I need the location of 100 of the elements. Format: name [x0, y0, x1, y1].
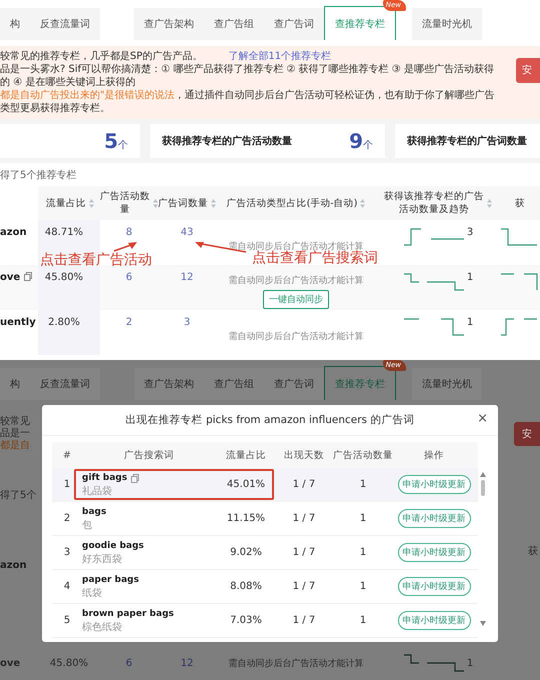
- product-name: ove: [0, 272, 20, 283]
- sort-icon: [487, 198, 492, 208]
- sort-icon: [211, 198, 216, 208]
- scroll-down-icon: [480, 621, 486, 626]
- table-cell: 4: [64, 581, 70, 592]
- table-cell-text: 需自动同步后台广告活动才能计算: [228, 658, 364, 670]
- sync-button[interactable]: 一键自动同步: [263, 290, 329, 308]
- tab[interactable]: 查广告组: [204, 8, 264, 40]
- close-button[interactable]: ×: [477, 411, 488, 427]
- text-fragment: 都是自: [0, 440, 31, 452]
- table-cell: 1: [360, 513, 366, 524]
- product-name: ove: [0, 658, 20, 668]
- keyword-text: gift bags: [82, 472, 128, 484]
- action-button[interactable]: 安: [516, 58, 540, 83]
- table-cell: 1: [466, 317, 474, 328]
- table-cell-text: 需自动同步后台广告活动才能计算: [228, 330, 364, 342]
- table-cell: 9.02%: [230, 547, 262, 558]
- translation-text: 礼品袋: [82, 484, 113, 498]
- column-header: 获得该推荐专栏的广告活动数量及趋势: [384, 190, 484, 216]
- trend-sparkline: [402, 272, 465, 292]
- notice-text: 品是一头雾水? Sif可以帮你搞清楚：① 哪些产品获得了推荐专栏 ② 获得了哪些推荐专栏 ③ 是哪些广告活动获得的 ④ 是在哪些关键词上获得的: [0, 63, 495, 89]
- product-name: uently: [0, 317, 36, 328]
- column-header: 广告活动类型占比(手动-自动): [226, 196, 358, 210]
- column-header: 流量占比: [46, 196, 86, 210]
- column-header: 广告活动数量: [333, 448, 393, 462]
- tab[interactable]: 流量时光机: [412, 368, 482, 400]
- column-header: 广告活动数量: [100, 190, 150, 216]
- update-button[interactable]: 申请小时级更新: [398, 509, 470, 528]
- count-link[interactable]: 12: [180, 658, 194, 668]
- count-link[interactable]: 43: [180, 227, 194, 238]
- scroll-up-icon: [480, 472, 486, 477]
- stat-title: 获得推荐专栏的广告词数量: [407, 134, 527, 148]
- column-header: 出现天数: [284, 448, 324, 462]
- table-cell: 1: [360, 547, 366, 558]
- product-name: azon: [0, 227, 27, 238]
- count-link[interactable]: 2: [126, 317, 132, 328]
- table-cell: 1 / 7: [292, 581, 316, 592]
- tab[interactable]: 查推荐专栏: [324, 6, 396, 40]
- stat-value: 9个: [349, 129, 373, 153]
- tab[interactable]: 查推荐专栏: [324, 366, 396, 400]
- stat-title: 获得推荐专栏的广告活动数量: [162, 134, 292, 148]
- tab[interactable]: 查广告词: [264, 8, 324, 40]
- tab[interactable]: 查广告词: [264, 368, 324, 400]
- table-cell: 1 / 7: [292, 479, 316, 490]
- section-subtitle: 得了5个推荐专栏: [0, 168, 78, 182]
- tab[interactable]: 查广告架构: [134, 368, 204, 400]
- keyword-text: bags: [82, 506, 106, 518]
- count-link[interactable]: 12: [180, 272, 194, 283]
- translation-text: 包: [82, 518, 93, 532]
- notice-text: 都是自动广告投出来的"是很错误的说法，通过插件自动同步后台广告活动可轻松证伪，也有助于你了解哪些广告类型更易获得推荐专栏。: [0, 89, 496, 115]
- tab[interactable]: 反查流量词: [30, 8, 100, 40]
- tab[interactable]: 反查流量词: [30, 368, 100, 400]
- text-fragment: azon: [0, 560, 28, 572]
- tab[interactable]: 查广告组: [204, 368, 264, 400]
- scrollbar-thumb[interactable]: [481, 480, 485, 496]
- tab[interactable]: 流量时光机: [412, 8, 482, 40]
- column-header: 广告词数量: [158, 196, 208, 210]
- table-cell: 1: [360, 615, 366, 626]
- update-button[interactable]: 申请小时级更新: [398, 543, 470, 562]
- count-link[interactable]: 6: [126, 272, 132, 283]
- table-cell: 5: [64, 615, 70, 626]
- table-cell: 1 / 7: [292, 615, 316, 626]
- translation-text: 好东西袋: [82, 552, 123, 566]
- trend-sparkline: [402, 653, 465, 673]
- table-cell-text: 需自动同步后台广告活动才能计算: [228, 274, 364, 286]
- action-button[interactable]: 安: [514, 422, 540, 446]
- trend-sparkline: [402, 227, 465, 247]
- count-link[interactable]: 8: [126, 227, 132, 238]
- table-cell: 45.01%: [226, 479, 266, 490]
- table-cell: 1: [64, 479, 70, 490]
- stat-value: 5个: [104, 129, 128, 153]
- table-cell: 1: [466, 658, 474, 668]
- update-button[interactable]: 申请小时级更新: [398, 475, 470, 494]
- translation-text: 棕色纸袋: [82, 620, 123, 634]
- trend-sparkline: [402, 317, 465, 337]
- text-fragment: 品是一: [0, 428, 31, 440]
- notice-text: 较常见的推荐专栏，几乎都是SP的广告产品。: [0, 51, 202, 62]
- tab[interactable]: 构: [0, 8, 30, 40]
- sort-icon: [153, 198, 158, 208]
- learn-more-link[interactable]: 了解全部11个推荐专栏: [228, 51, 332, 62]
- table-cell: 1: [360, 581, 366, 592]
- annotation-arrow: [114, 242, 137, 252]
- table-cell: 11.15%: [226, 513, 266, 524]
- update-button[interactable]: 申请小时级更新: [398, 577, 470, 596]
- keyword-text: goodie bags: [82, 540, 144, 552]
- column-header: 操作: [424, 448, 444, 462]
- count-link[interactable]: 3: [184, 317, 190, 328]
- table-cell: 45.80%: [50, 658, 88, 668]
- translation-text: 纸袋: [82, 586, 103, 600]
- count-link[interactable]: 6: [126, 658, 132, 668]
- update-button[interactable]: 申请小时级更新: [398, 611, 470, 630]
- annotation-text: 点击查看广告搜索词: [252, 250, 378, 266]
- table-cell: 1 / 7: [292, 547, 316, 558]
- table-cell: 1 / 7: [292, 513, 316, 524]
- table-cell: 2.80%: [38, 310, 100, 355]
- column-header: 获: [515, 196, 525, 210]
- annotation-text: 点击查看广告活动: [40, 252, 152, 268]
- tab[interactable]: 查广告架构: [134, 8, 204, 40]
- tab[interactable]: 构: [0, 368, 30, 400]
- text-fragment: 较常见: [0, 416, 31, 428]
